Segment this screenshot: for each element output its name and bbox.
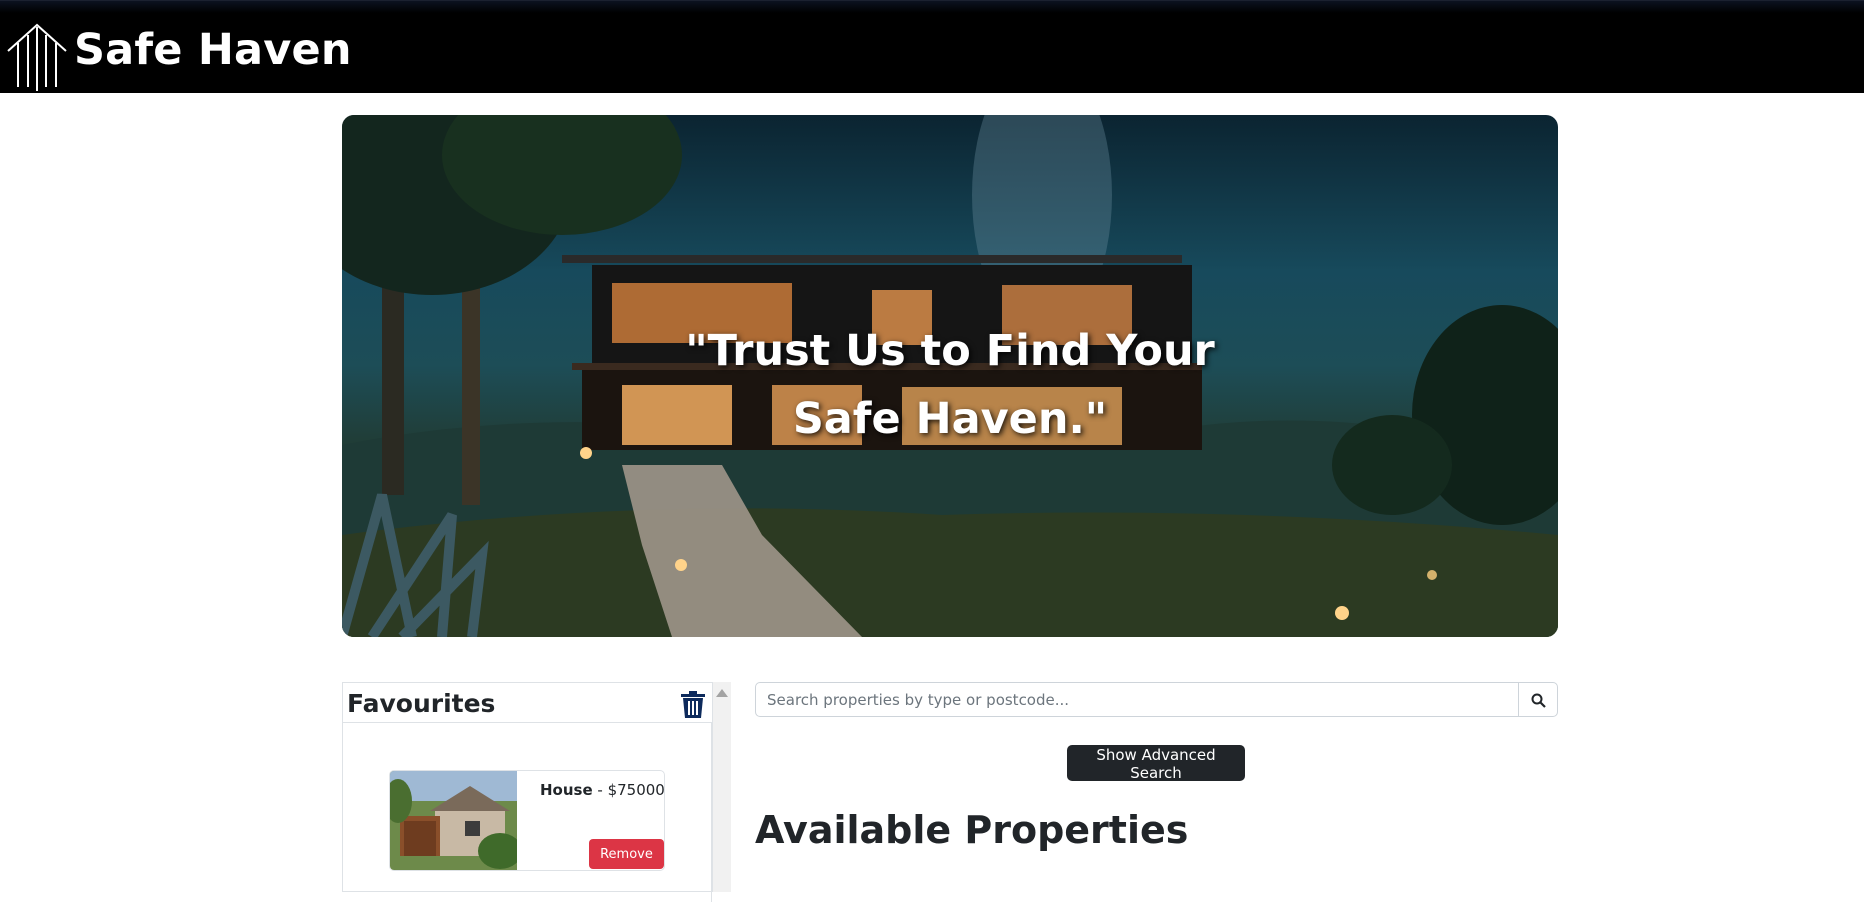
search-icon [1531, 693, 1546, 708]
search-button[interactable] [1518, 682, 1558, 717]
hero-slogan: "Trust Us to Find Your Safe Haven." [685, 326, 1215, 444]
favourites-list: House - $750000 Remove [343, 722, 712, 902]
available-properties-heading: Available Properties [755, 808, 1189, 852]
favourites-panel: Favourites House - $750000 Remove [342, 682, 712, 902]
hero-banner: "Trust Us to Find Your Safe Haven." [342, 115, 1558, 637]
search-bar [755, 682, 1558, 717]
favourite-price: - $750000 [597, 781, 665, 799]
favourite-type: House [540, 781, 593, 799]
top-navbar: Safe Haven [0, 0, 1864, 93]
search-input[interactable] [755, 682, 1519, 717]
remove-favourite-button[interactable]: Remove [589, 839, 664, 869]
property-thumbnail[interactable] [390, 771, 517, 871]
brand-title[interactable]: Safe Haven [74, 29, 352, 72]
scroll-up-arrow-icon[interactable] [716, 689, 728, 697]
favourite-caption: House - $750000 [540, 781, 665, 799]
favourites-title: Favourites [347, 689, 496, 718]
house-lines-logo-icon[interactable] [6, 21, 68, 91]
trash-icon[interactable] [680, 691, 706, 719]
favourites-scrollbar[interactable] [712, 682, 731, 892]
show-advanced-search-button[interactable]: Show Advanced Search [1067, 745, 1245, 782]
starry-strip [0, 1, 1864, 13]
favourite-card[interactable]: House - $750000 Remove [389, 770, 665, 871]
